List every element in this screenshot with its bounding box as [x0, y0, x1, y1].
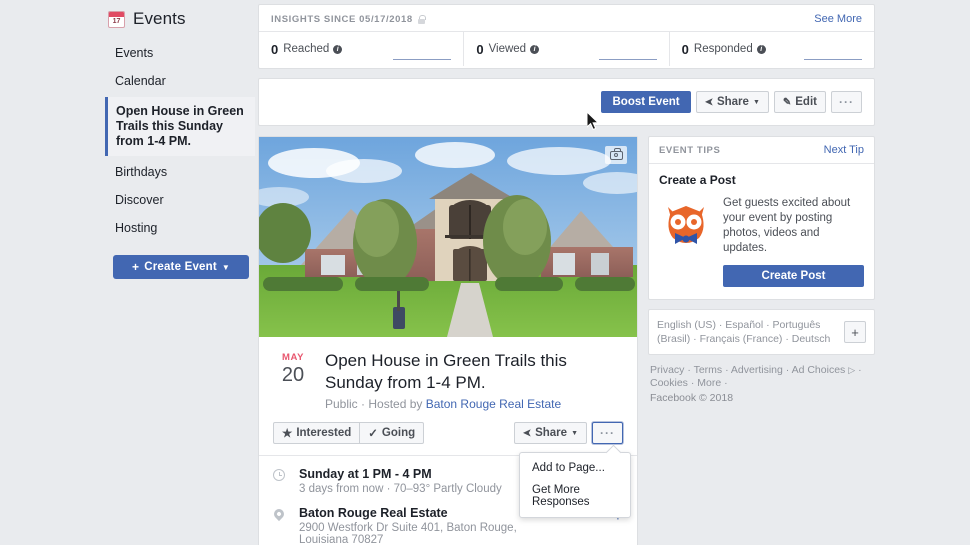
more-options-button-event[interactable]: ···: [592, 422, 623, 444]
camera-icon[interactable]: [605, 146, 627, 164]
event-tips-title: Create a Post: [659, 173, 736, 187]
sidebar-item-discover[interactable]: Discover: [105, 186, 255, 214]
going-button[interactable]: ✓ Going: [359, 422, 425, 444]
info-icon[interactable]: i: [756, 44, 766, 54]
star-icon: ★: [282, 428, 293, 440]
stat-viewed: 0 Viewed i: [464, 32, 670, 66]
edit-button[interactable]: ✎ Edit: [773, 91, 826, 113]
event-month: MAY: [281, 352, 305, 363]
create-event-label: Create Event: [144, 261, 217, 273]
see-more-link[interactable]: See More: [814, 13, 862, 25]
copyright-text: Facebook © 2018: [650, 392, 734, 404]
sidebar-item-events[interactable]: Events: [105, 39, 255, 67]
pencil-icon: ✎: [782, 96, 792, 108]
event-tips-panel: EVENT TIPS Next Tip Create a Post Get gu…: [648, 136, 875, 300]
check-icon: ✓: [368, 428, 378, 440]
event-tips-header: EVENT TIPS Next Tip: [649, 137, 874, 164]
cover-photo-image: [259, 137, 637, 337]
stat-responded-label: Responded: [693, 43, 753, 55]
share-arrow-icon: ➤: [522, 427, 532, 439]
calendar-icon: 17: [108, 10, 125, 28]
sidebar-item-current-event[interactable]: Open House in Green Trails this Sunday f…: [105, 97, 255, 156]
facebook-events-page: 17 Events Events Calendar Open House in …: [0, 0, 970, 545]
calendar-icon-day: 17: [112, 18, 121, 25]
info-icon[interactable]: i: [333, 44, 343, 54]
insights-header: INSIGHTS SINCE 05/17/2018 See More: [259, 5, 874, 32]
next-tip-link[interactable]: Next Tip: [824, 144, 864, 156]
location-pin-icon: [271, 506, 287, 522]
share-button-event[interactable]: ➤ Share ▼: [513, 422, 587, 444]
event-date-block: MAY 20: [273, 350, 313, 411]
chevron-down-icon: ▼: [752, 98, 760, 106]
sparkline-viewed: [598, 59, 657, 60]
stat-reached: 0 Reached i: [259, 32, 465, 66]
sidebar-item-calendar[interactable]: Calendar: [105, 67, 255, 95]
event-hosted-by-prefix: · Hosted by: [361, 397, 423, 411]
sidebar-header: 17 Events: [105, 0, 255, 39]
share-button-event-label: Share: [535, 427, 568, 439]
legal-links-line2[interactable]: Cookies · More ·: [650, 377, 873, 390]
share-arrow-icon: ➤: [704, 96, 713, 108]
lock-icon: [417, 14, 426, 24]
event-host-link[interactable]: Baton Rouge Real Estate: [426, 397, 561, 411]
sparkline-reached: [393, 59, 452, 60]
more-options-dropdown: Add to Page... Get More Responses: [519, 452, 631, 518]
insights-title: INSIGHTS SINCE 05/17/2018: [271, 13, 413, 25]
sparkline-responded: [803, 59, 862, 60]
left-sidebar: 17 Events Events Calendar Open House in …: [105, 0, 255, 279]
stat-viewed-label: Viewed: [488, 43, 527, 55]
right-rail: EVENT TIPS Next Tip Create a Post Get gu…: [648, 136, 875, 405]
event-title-block: MAY 20 Open House in Green Trails this S…: [259, 337, 637, 411]
event-title: Open House in Green Trails this Sunday f…: [325, 351, 567, 392]
interested-button[interactable]: ★ Interested: [273, 422, 361, 444]
insights-stats: 0 Reached i 0 Viewed i 0 Responded i: [259, 32, 874, 66]
event-meta: Public · Hosted by Baton Rouge Real Esta…: [325, 397, 623, 411]
info-icon[interactable]: i: [530, 44, 540, 54]
stat-reached-value: 0: [271, 41, 279, 57]
share-button-top[interactable]: ➤ Share ▼: [695, 91, 769, 113]
stat-responded: 0 Responded i: [670, 32, 874, 66]
stat-reached-label: Reached: [283, 43, 330, 55]
sidebar-item-birthdays[interactable]: Birthdays: [105, 158, 255, 186]
interested-label: Interested: [296, 427, 352, 439]
plus-icon: +: [131, 260, 140, 274]
insights-title-row: INSIGHTS SINCE 05/17/2018: [271, 13, 426, 25]
event-tips-body: Create a Post Get guests excited about y…: [649, 164, 874, 299]
create-post-button[interactable]: Create Post: [723, 265, 864, 287]
stat-responded-value: 0: [681, 41, 689, 57]
chevron-down-icon: ▼: [221, 262, 231, 272]
chevron-down-icon: ▼: [571, 429, 578, 437]
language-selector: English (US) · Español · Português (Bras…: [648, 309, 875, 355]
event-cover-photo[interactable]: [259, 137, 637, 337]
ad-choices-icon: ▷: [848, 365, 856, 375]
going-label: Going: [381, 427, 416, 439]
edit-button-label: Edit: [795, 96, 817, 108]
share-button-top-label: Share: [716, 96, 749, 108]
owl-icon: [659, 196, 713, 255]
event-tips-label: EVENT TIPS: [659, 144, 721, 156]
stat-viewed-value: 0: [476, 41, 484, 57]
add-language-button[interactable]: +: [844, 321, 866, 343]
event-rsvp-row: ★ Interested ✓ Going ➤ Share ▼ ···: [259, 411, 637, 456]
insights-panel: INSIGHTS SINCE 05/17/2018 See More 0 Rea…: [258, 4, 875, 69]
event-location-name: Baton Rouge Real Estate: [299, 506, 448, 520]
legal-dot: ·: [858, 364, 862, 376]
rsvp-button-group: ★ Interested ✓ Going: [273, 422, 425, 444]
legal-links-line1[interactable]: Privacy · Terms · Advertising · Ad Choic…: [650, 364, 845, 376]
sidebar-item-hosting[interactable]: Hosting: [105, 214, 255, 242]
event-privacy: Public: [325, 397, 358, 411]
event-location-address: 2900 Westfork Dr Suite 401, Baton Rouge,…: [299, 522, 517, 545]
menu-item-add-to-page[interactable]: Add to Page...: [520, 457, 630, 479]
footer-legal: Privacy · Terms · Advertising · Ad Choic…: [648, 364, 875, 405]
event-tips-description: Get guests excited about your event by p…: [723, 197, 851, 254]
menu-item-get-more-responses[interactable]: Get More Responses: [520, 479, 630, 513]
more-options-button-top[interactable]: ···: [831, 91, 862, 113]
page-title: Events: [133, 9, 186, 28]
boost-event-button[interactable]: Boost Event: [601, 91, 691, 113]
event-day: 20: [281, 364, 305, 386]
event-action-bar: Boost Event ➤ Share ▼ ✎ Edit ···: [258, 78, 875, 126]
create-event-button[interactable]: + Create Event ▼: [113, 255, 249, 279]
language-list[interactable]: English (US) · Español · Português (Bras…: [657, 318, 836, 346]
clock-icon: [273, 467, 287, 484]
